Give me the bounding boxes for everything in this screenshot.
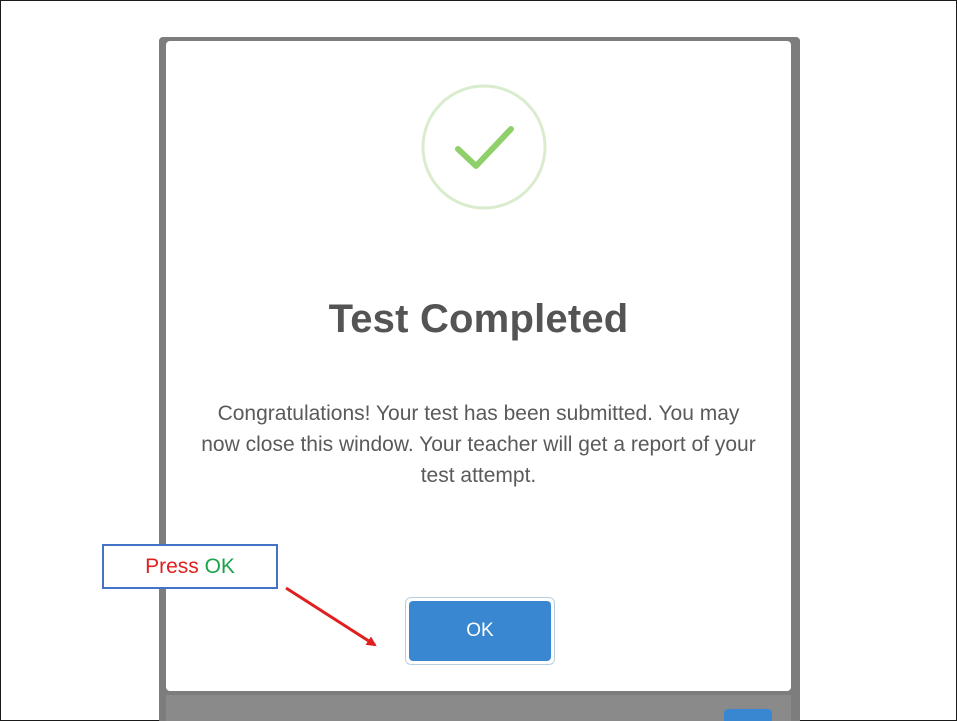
ok-button-label: OK [409, 601, 551, 661]
app-screenshot: Test Completed Congratulations! Your tes… [159, 37, 800, 721]
callout-prefix: Press [145, 554, 199, 578]
background-button-edge [724, 709, 772, 721]
check-circle-icon [421, 84, 547, 210]
dialog-message: Congratulations! Your test has been subm… [201, 402, 756, 487]
callout-highlight: OK [204, 554, 235, 578]
red-arrow-icon [285, 586, 377, 647]
ok-button[interactable]: OK [405, 597, 555, 665]
background-strip [166, 695, 791, 721]
dialog-title: Test Completed [328, 297, 629, 341]
press-ok-callout: Press OK [102, 544, 278, 589]
test-completed-dialog: Test Completed Congratulations! Your tes… [166, 41, 791, 691]
